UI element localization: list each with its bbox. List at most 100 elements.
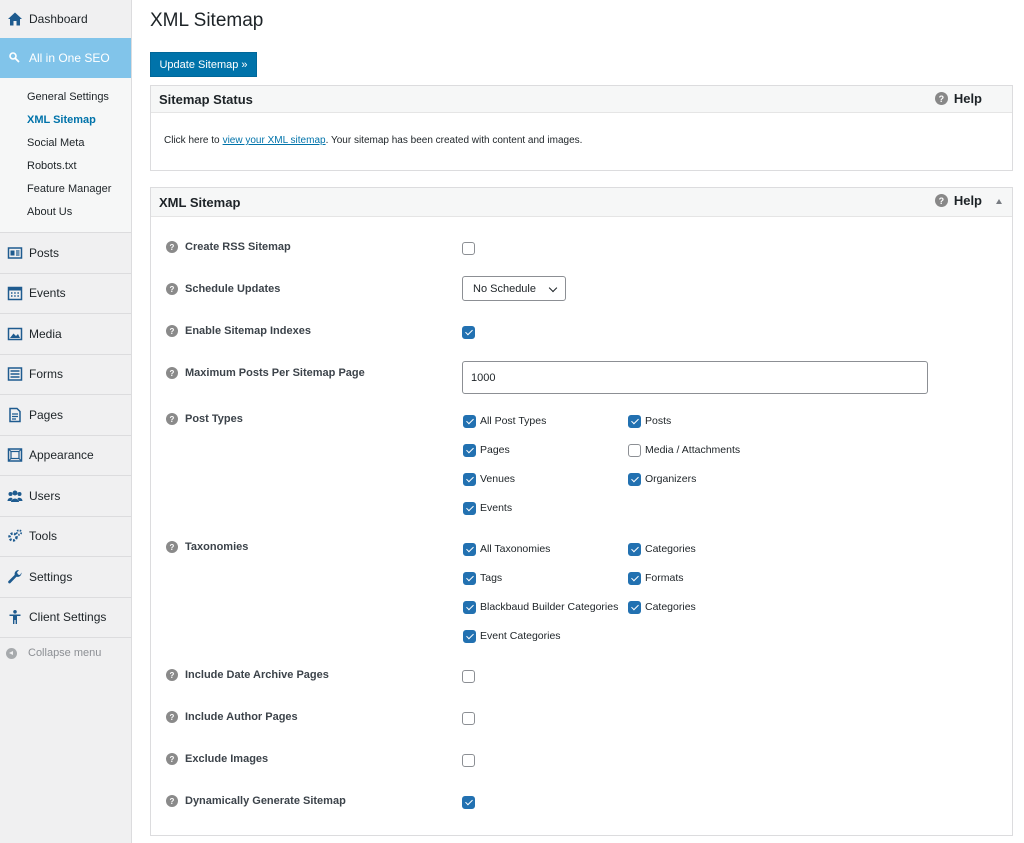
post-type-media-checkbox[interactable] (628, 444, 641, 457)
post-type-posts-checkbox[interactable] (628, 415, 641, 428)
sidebar-item-label: Events (29, 286, 66, 301)
row-enable-sitemap-indexes: ? Enable Sitemap Indexes (166, 325, 311, 337)
help-question-icon[interactable]: ? (166, 413, 178, 425)
row-dynamic-sitemap: ? Dynamically Generate Sitemap (166, 795, 346, 807)
person-icon (6, 608, 24, 626)
sidebar-item-users[interactable]: Users (0, 476, 131, 517)
sidebar-item-label: Pages (29, 407, 64, 422)
sidebar-item-forms[interactable]: Forms (0, 355, 131, 395)
post-type-organizers-checkbox[interactable] (628, 473, 641, 486)
row-post-types: ? Post Types (166, 413, 243, 425)
taxonomy-formats-checkbox[interactable] (628, 572, 641, 585)
sidebar-item-tools[interactable]: Tools (0, 517, 131, 557)
submenu-about-us[interactable]: About Us (0, 201, 131, 224)
row-label: Schedule Updates (185, 283, 281, 295)
appearance-icon (6, 446, 24, 464)
create-rss-sitemap-checkbox[interactable] (462, 242, 475, 255)
sidebar-item-events[interactable]: Events (0, 274, 131, 314)
media-icon (6, 325, 24, 343)
sidebar-item-label: Tools (29, 529, 58, 544)
sidebar-item-label: Client Settings (29, 610, 107, 625)
calendar-icon (6, 284, 24, 302)
sidebar-item-pages[interactable]: Pages (0, 395, 131, 436)
checkbox-label: Pages (480, 444, 510, 456)
collapse-menu-button[interactable]: Collapse menu (0, 638, 131, 668)
row-label: Create RSS Sitemap (185, 241, 291, 253)
checkbox-label: Organizers (645, 473, 697, 485)
sitemap-status-title: Sitemap Status (159, 91, 253, 107)
sidebar-item-aioseo[interactable]: All in One SEO (0, 38, 131, 78)
submenu-general-settings[interactable]: General Settings (0, 86, 131, 109)
sitemap-status-help-button[interactable]: ? Help (934, 91, 982, 106)
xml-sitemap-header: XML Sitemap ? Help (151, 188, 1012, 217)
submenu-robots-txt[interactable]: Robots.txt (0, 155, 131, 178)
collapse-arrow-icon (6, 647, 17, 659)
sidebar-item-settings[interactable]: Settings (0, 557, 131, 598)
row-date-archive: ? Include Date Archive Pages (166, 669, 329, 681)
pages-icon (6, 406, 24, 424)
view-sitemap-link[interactable]: view your XML sitemap (223, 135, 326, 146)
taxonomy-event-categories-checkbox[interactable] (463, 630, 476, 643)
help-question-icon[interactable]: ? (166, 283, 178, 295)
sidebar-item-client-settings[interactable]: Client Settings (0, 598, 131, 638)
row-label: Taxonomies (185, 541, 249, 553)
row-label: Post Types (185, 413, 243, 425)
checkbox-label: Events (480, 502, 513, 514)
include-date-archive-checkbox[interactable] (462, 670, 475, 683)
xml-sitemap-help-button[interactable]: ? Help (934, 193, 982, 208)
dynamically-generate-sitemap-checkbox[interactable] (462, 796, 475, 809)
help-question-icon[interactable]: ? (166, 325, 178, 337)
checkbox-label: Posts (645, 415, 672, 427)
sidebar-item-posts[interactable]: Posts (0, 233, 131, 274)
max-posts-input[interactable] (462, 361, 928, 394)
enable-sitemap-indexes-checkbox[interactable] (462, 326, 475, 339)
post-type-pages-checkbox[interactable] (463, 444, 476, 457)
taxonomy-categories-2-checkbox[interactable] (628, 601, 641, 614)
submenu-social-meta[interactable]: Social Meta (0, 132, 131, 155)
schedule-updates-select[interactable]: No Schedule (462, 276, 566, 301)
help-question-icon[interactable]: ? (166, 367, 178, 379)
taxonomy-blackbaud-checkbox[interactable] (463, 601, 476, 614)
row-author-pages: ? Include Author Pages (166, 711, 298, 723)
row-label: Enable Sitemap Indexes (185, 325, 311, 337)
help-question-icon[interactable]: ? (166, 241, 178, 253)
row-label: Maximum Posts Per Sitemap Page (185, 367, 365, 379)
collapse-menu-label: Collapse menu (28, 647, 102, 659)
sidebar-item-label: Forms (29, 367, 63, 382)
status-text-after: . Your sitemap has been created with con… (325, 135, 583, 146)
checkbox-label: Blackbaud Builder Categories (480, 601, 619, 613)
post-type-events-checkbox[interactable] (463, 502, 476, 515)
checkbox-label: Venues (480, 473, 516, 485)
help-label: Help (953, 91, 982, 106)
checkbox-label: All Post Types (480, 415, 547, 427)
help-question-icon[interactable]: ? (166, 669, 178, 681)
submenu-xml-sitemap[interactable]: XML Sitemap (0, 109, 131, 132)
exclude-images-checkbox[interactable] (462, 754, 475, 767)
schedule-updates-value: No Schedule (473, 282, 536, 295)
status-text-before: Click here to (164, 135, 220, 146)
row-max-posts: ? Maximum Posts Per Sitemap Page (166, 367, 365, 379)
collapse-box-toggle-icon[interactable] (996, 199, 1002, 204)
sidebar-item-appearance[interactable]: Appearance (0, 436, 131, 476)
taxonomy-tags-checkbox[interactable] (463, 572, 476, 585)
help-question-icon[interactable]: ? (166, 711, 178, 723)
sidebar-item-media[interactable]: Media (0, 314, 131, 355)
taxonomy-all-checkbox[interactable] (463, 543, 476, 556)
wrench-icon (6, 568, 24, 586)
help-question-icon[interactable]: ? (166, 541, 178, 553)
post-type-venues-checkbox[interactable] (463, 473, 476, 486)
sitemap-status-message: Click here to view your XML sitemap . Yo… (151, 113, 1012, 168)
help-question-icon[interactable]: ? (166, 795, 178, 807)
update-sitemap-button[interactable]: Update Sitemap » (150, 52, 257, 77)
taxonomy-categories-checkbox[interactable] (628, 543, 641, 556)
post-type-all-checkbox[interactable] (463, 415, 476, 428)
aioseo-submenu: General Settings XML Sitemap Social Meta… (0, 78, 131, 233)
checkbox-label: All Taxonomies (480, 543, 551, 555)
help-question-icon[interactable]: ? (166, 753, 178, 765)
checkbox-label: Event Categories (480, 630, 561, 642)
sidebar-item-label: Posts (29, 245, 60, 260)
chevron-down-icon (548, 283, 558, 293)
submenu-feature-manager[interactable]: Feature Manager (0, 178, 131, 201)
sidebar-item-dashboard[interactable]: Dashboard (0, 0, 131, 38)
include-author-pages-checkbox[interactable] (462, 712, 475, 725)
